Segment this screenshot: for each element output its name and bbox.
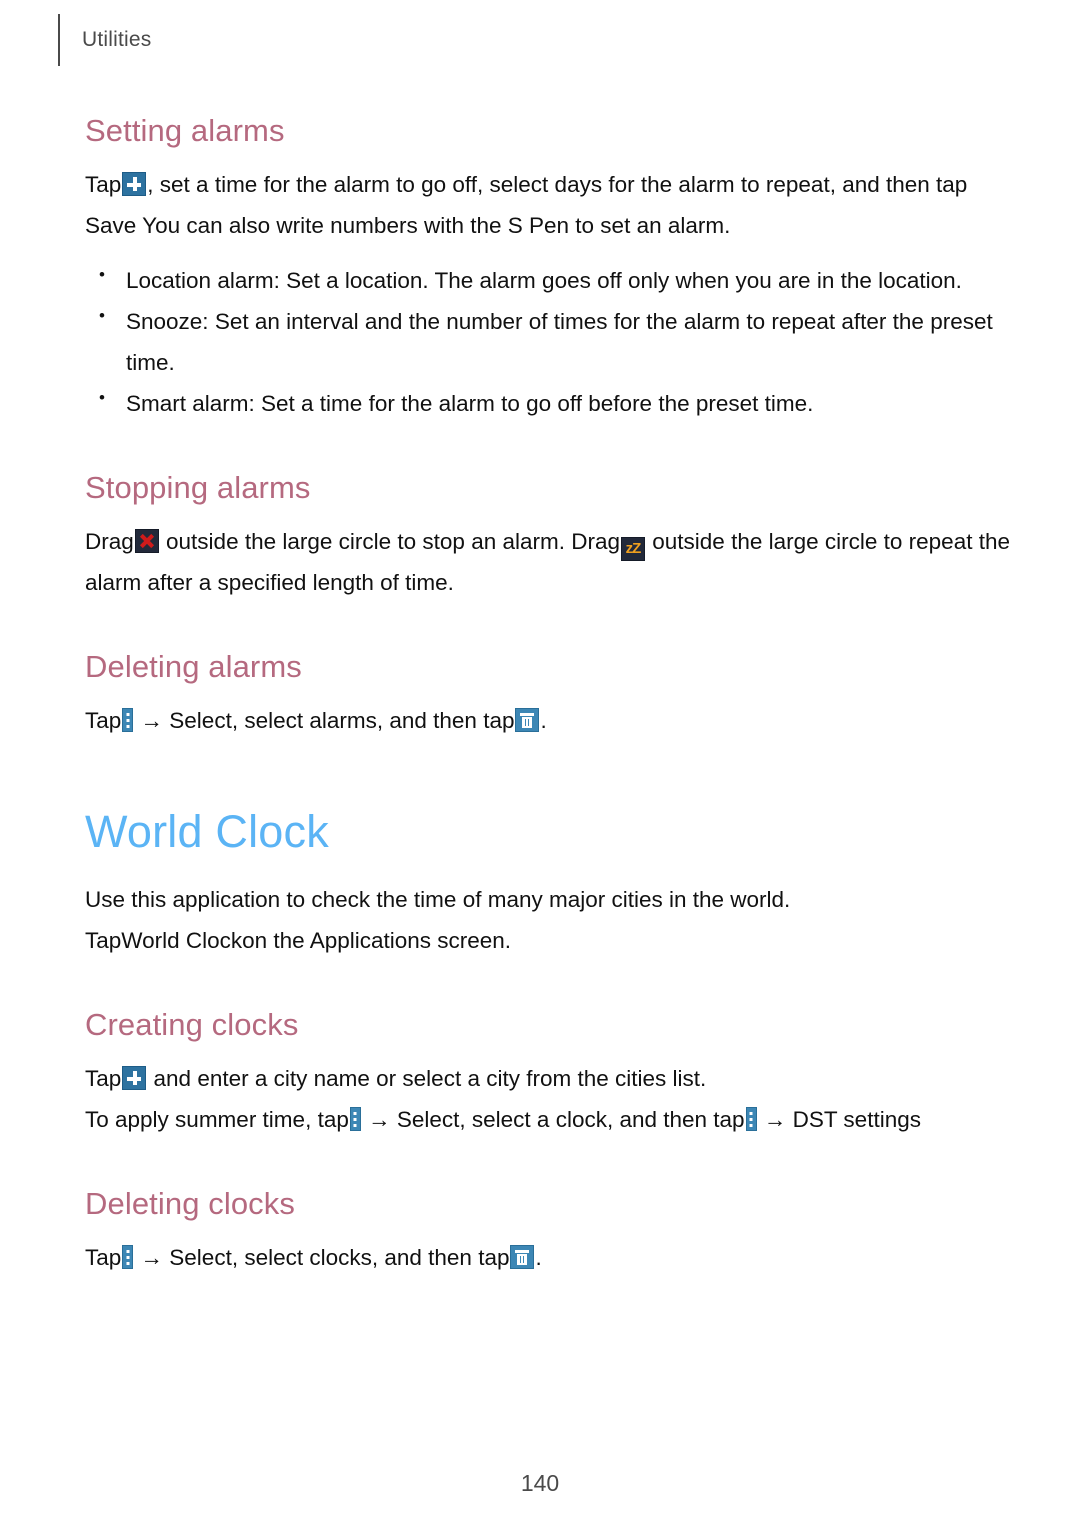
heading-setting-alarms: Setting alarms	[85, 113, 285, 148]
snooze-alarm-icon: zZ	[621, 537, 646, 561]
paragraph-world-clock-launch: TapWorld Clockon the Applications screen…	[85, 927, 512, 953]
plus-icon	[122, 172, 147, 197]
running-head-label: Utilities	[82, 27, 152, 51]
text-stopping-middle: outside the large circle to stop an alar…	[159, 529, 621, 554]
dismiss-alarm-icon	[134, 529, 159, 553]
text-tap-prefix: Tap	[85, 708, 122, 734]
text-tap-prefix: Tap	[85, 1244, 122, 1270]
running-header: Utilities	[58, 14, 151, 66]
paragraph-stopping-alarms: Drag outside the large circle to stop an…	[85, 522, 1023, 604]
plus-icon	[122, 1065, 147, 1090]
list-item: Smart alarm: Set a time for the alarm to…	[85, 383, 1023, 425]
text-deleting-clocks-middle: → Select, select clocks, and then tap	[134, 1244, 510, 1270]
paragraph-creating-clocks-1: Tap and enter a city name or select a ci…	[85, 1059, 1023, 1100]
text-setting-alarms-body: , set a time for the alarm to go off, se…	[85, 172, 968, 239]
list-item: Location alarm: Set a location. The alar…	[85, 260, 1023, 302]
heading-stopping-alarms: Stopping alarms	[85, 469, 311, 505]
text-deleting-alarms-end: .	[540, 708, 547, 734]
more-options-icon	[122, 1244, 134, 1269]
header-rule	[58, 14, 60, 66]
heading-world-clock: World Clock	[85, 806, 329, 857]
text-creating-clocks-1: and enter a city name or select a city f…	[147, 1065, 707, 1091]
paragraph-creating-clocks-2: To apply summer time, tap → Select, sele…	[85, 1100, 1023, 1141]
heading-creating-clocks: Creating clocks	[85, 1006, 299, 1042]
text-deleting-alarms-middle: → Select, select alarms, and then tap	[134, 708, 515, 734]
text-creating-clocks-3: → DST settings	[757, 1106, 921, 1132]
text-tap-prefix: Tap	[85, 172, 122, 198]
more-options-icon	[349, 1106, 361, 1131]
text-drag-prefix: Drag	[85, 529, 134, 554]
list-item: Snooze: Set an interval and the number o…	[85, 301, 1023, 384]
page-content: Setting alarms Tap, set a time for the a…	[85, 112, 1023, 1279]
manual-page: Utilities Setting alarms Tap, set a time…	[0, 0, 1080, 1527]
heading-deleting-clocks: Deleting clocks	[85, 1185, 295, 1221]
alarm-options-list: Location alarm: Set a location. The alar…	[85, 260, 1023, 425]
text-creating-clocks-2: → Select, select a clock, and then tap	[361, 1106, 745, 1132]
page-number: 140	[520, 1470, 560, 1496]
delete-icon	[515, 708, 540, 733]
more-options-icon	[122, 708, 134, 733]
text-tap-prefix: Tap	[85, 1065, 122, 1091]
paragraph-deleting-clocks: Tap → Select, select clocks, and then ta…	[85, 1238, 1023, 1279]
text-summer-time-prefix: To apply summer time, tap	[85, 1106, 349, 1132]
paragraph-deleting-alarms: Tap → Select, select alarms, and then ta…	[85, 701, 1023, 742]
more-options-icon	[745, 1106, 757, 1131]
delete-icon	[510, 1244, 535, 1269]
text-deleting-clocks-end: .	[535, 1244, 542, 1270]
heading-deleting-alarms: Deleting alarms	[85, 648, 302, 684]
paragraph-setting-alarms: Tap, set a time for the alarm to go off,…	[85, 165, 1023, 247]
paragraph-world-clock-intro: Use this application to check the time o…	[85, 886, 791, 912]
